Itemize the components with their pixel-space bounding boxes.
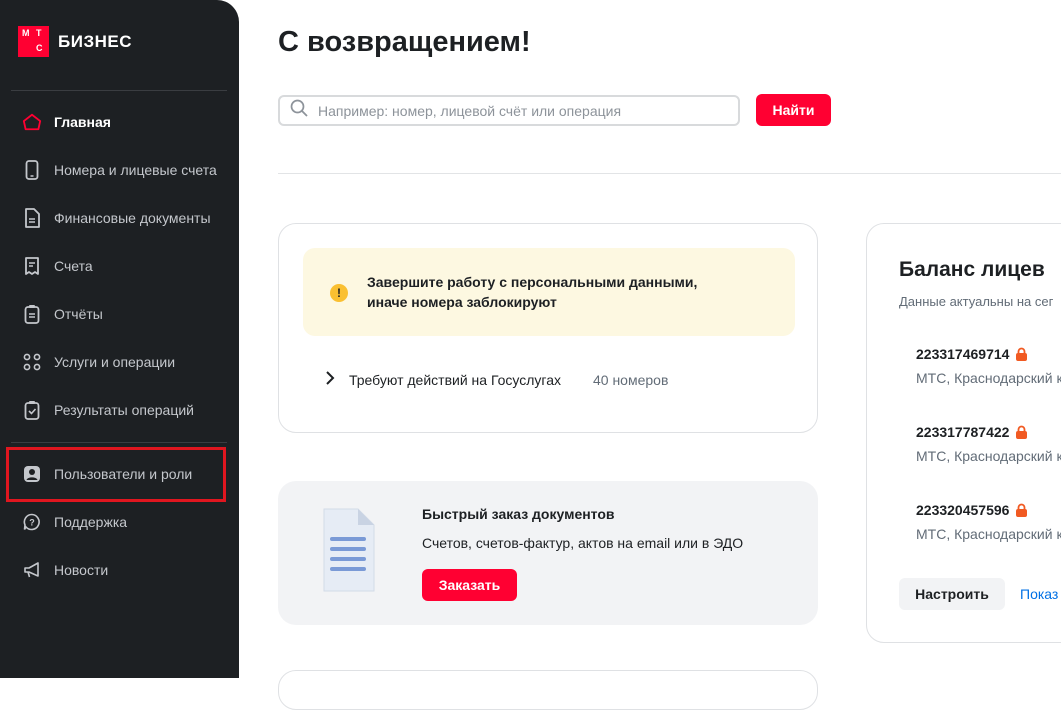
search-box[interactable] [278, 95, 740, 126]
sidebar-item-label: Результаты операций [54, 402, 195, 418]
next-card [278, 670, 818, 710]
lock-icon [1015, 425, 1028, 439]
logo[interactable]: М Т С БИЗНЕС [18, 26, 132, 57]
show-link[interactable]: Показ [1020, 586, 1058, 602]
highlight-frame [6, 447, 226, 502]
sidebar-item-home[interactable]: Главная [22, 109, 111, 135]
brand-name: БИЗНЕС [58, 31, 132, 51]
quick-order-title: Быстрый заказ документов [422, 506, 615, 522]
logo-letter-m: М [22, 28, 30, 38]
help-icon: ? [22, 512, 42, 532]
sidebar-item-support[interactable]: ? Поддержка [22, 509, 127, 535]
sidebar-divider [11, 442, 227, 443]
sidebar-item-label: Новости [54, 562, 109, 578]
logo-letter-s: С [36, 43, 43, 53]
sidebar-item-operation-results[interactable]: Результаты операций [22, 397, 194, 423]
sidebar-item-reports[interactable]: Отчёты [22, 301, 103, 327]
search-icon [290, 99, 308, 122]
document-icon [22, 208, 42, 228]
mts-logo-square: М Т С [18, 26, 49, 57]
balance-title: Баланс лицев [899, 258, 1045, 281]
megaphone-icon [22, 560, 42, 580]
setup-button[interactable]: Настроить [899, 578, 1005, 610]
content-divider [278, 173, 1061, 174]
sidebar-item-news[interactable]: Новости [22, 557, 108, 583]
account-number: 223320457596 [916, 502, 1010, 518]
account-item[interactable]: 223317469714 МТС, Краснодарский к [916, 346, 1061, 386]
warning-icon: ! [330, 284, 348, 302]
sidebar: М Т С БИЗНЕС Главная Номера и лицевые сч… [0, 0, 239, 678]
gosuslugi-row[interactable]: Требуют действий на Госуслугах 40 номеро… [325, 370, 668, 389]
account-region: МТС, Краснодарский к [916, 526, 1061, 542]
sidebar-item-label: Поддержка [54, 514, 128, 530]
home-icon [22, 112, 42, 132]
account-number: 223317787422 [916, 424, 1010, 440]
personal-data-card: ! Завершите работу с персональными данны… [278, 223, 818, 433]
account-region: МТС, Краснодарский к [916, 448, 1061, 464]
sidebar-item-financial-docs[interactable]: Финансовые документы [22, 205, 211, 231]
logo-letter-t: Т [36, 28, 42, 38]
search-input[interactable] [318, 102, 718, 119]
clipboard-icon [22, 304, 42, 324]
balance-subtitle: Данные актуальны на сег [899, 294, 1054, 309]
gosuslugi-label: Требуют действий на Госуслугах [349, 371, 561, 388]
sidebar-item-label: Номера и лицевые счета [54, 162, 217, 178]
svg-text:?: ? [29, 518, 35, 528]
warning-text: Завершите работу с персональными данными… [367, 274, 698, 310]
clipboard-check-icon [22, 400, 42, 420]
receipt-icon [22, 256, 42, 276]
grid-icon [22, 352, 42, 372]
sidebar-item-label: Главная [54, 114, 111, 130]
sidebar-item-numbers[interactable]: Номера и лицевые счета [22, 157, 217, 183]
sidebar-item-label: Счета [54, 258, 93, 274]
sidebar-item-services[interactable]: Услуги и операции [22, 349, 175, 375]
sidebar-item-label: Услуги и операции [54, 354, 176, 370]
warning-banner: ! Завершите работу с персональными данны… [303, 248, 795, 336]
find-button[interactable]: Найти [756, 94, 831, 126]
phone-icon [22, 160, 42, 180]
lock-icon [1015, 347, 1028, 361]
balance-card: Баланс лицев Данные актуальны на сег 223… [866, 223, 1061, 643]
account-item[interactable]: 223317787422 МТС, Краснодарский к [916, 424, 1061, 464]
lock-icon [1015, 503, 1028, 517]
quick-order-subtitle: Счетов, счетов-фактур, актов на email ил… [422, 535, 744, 551]
sidebar-item-label: Финансовые документы [54, 210, 211, 226]
account-number: 223317469714 [916, 346, 1010, 362]
order-button[interactable]: Заказать [422, 569, 517, 601]
chevron-right-icon [325, 370, 335, 389]
quick-order-card: Быстрый заказ документов Счетов, счетов-… [278, 481, 818, 625]
sidebar-item-label: Отчёты [54, 306, 103, 322]
sidebar-item-invoices[interactable]: Счета [22, 253, 93, 279]
document-illustration-icon [318, 505, 378, 597]
account-item[interactable]: 223320457596 МТС, Краснодарский к [916, 502, 1061, 542]
numbers-count: 40 номеров [592, 371, 669, 388]
account-region: МТС, Краснодарский к [916, 370, 1061, 386]
page-title: С возвращением! [278, 26, 531, 58]
sidebar-divider [11, 90, 227, 91]
